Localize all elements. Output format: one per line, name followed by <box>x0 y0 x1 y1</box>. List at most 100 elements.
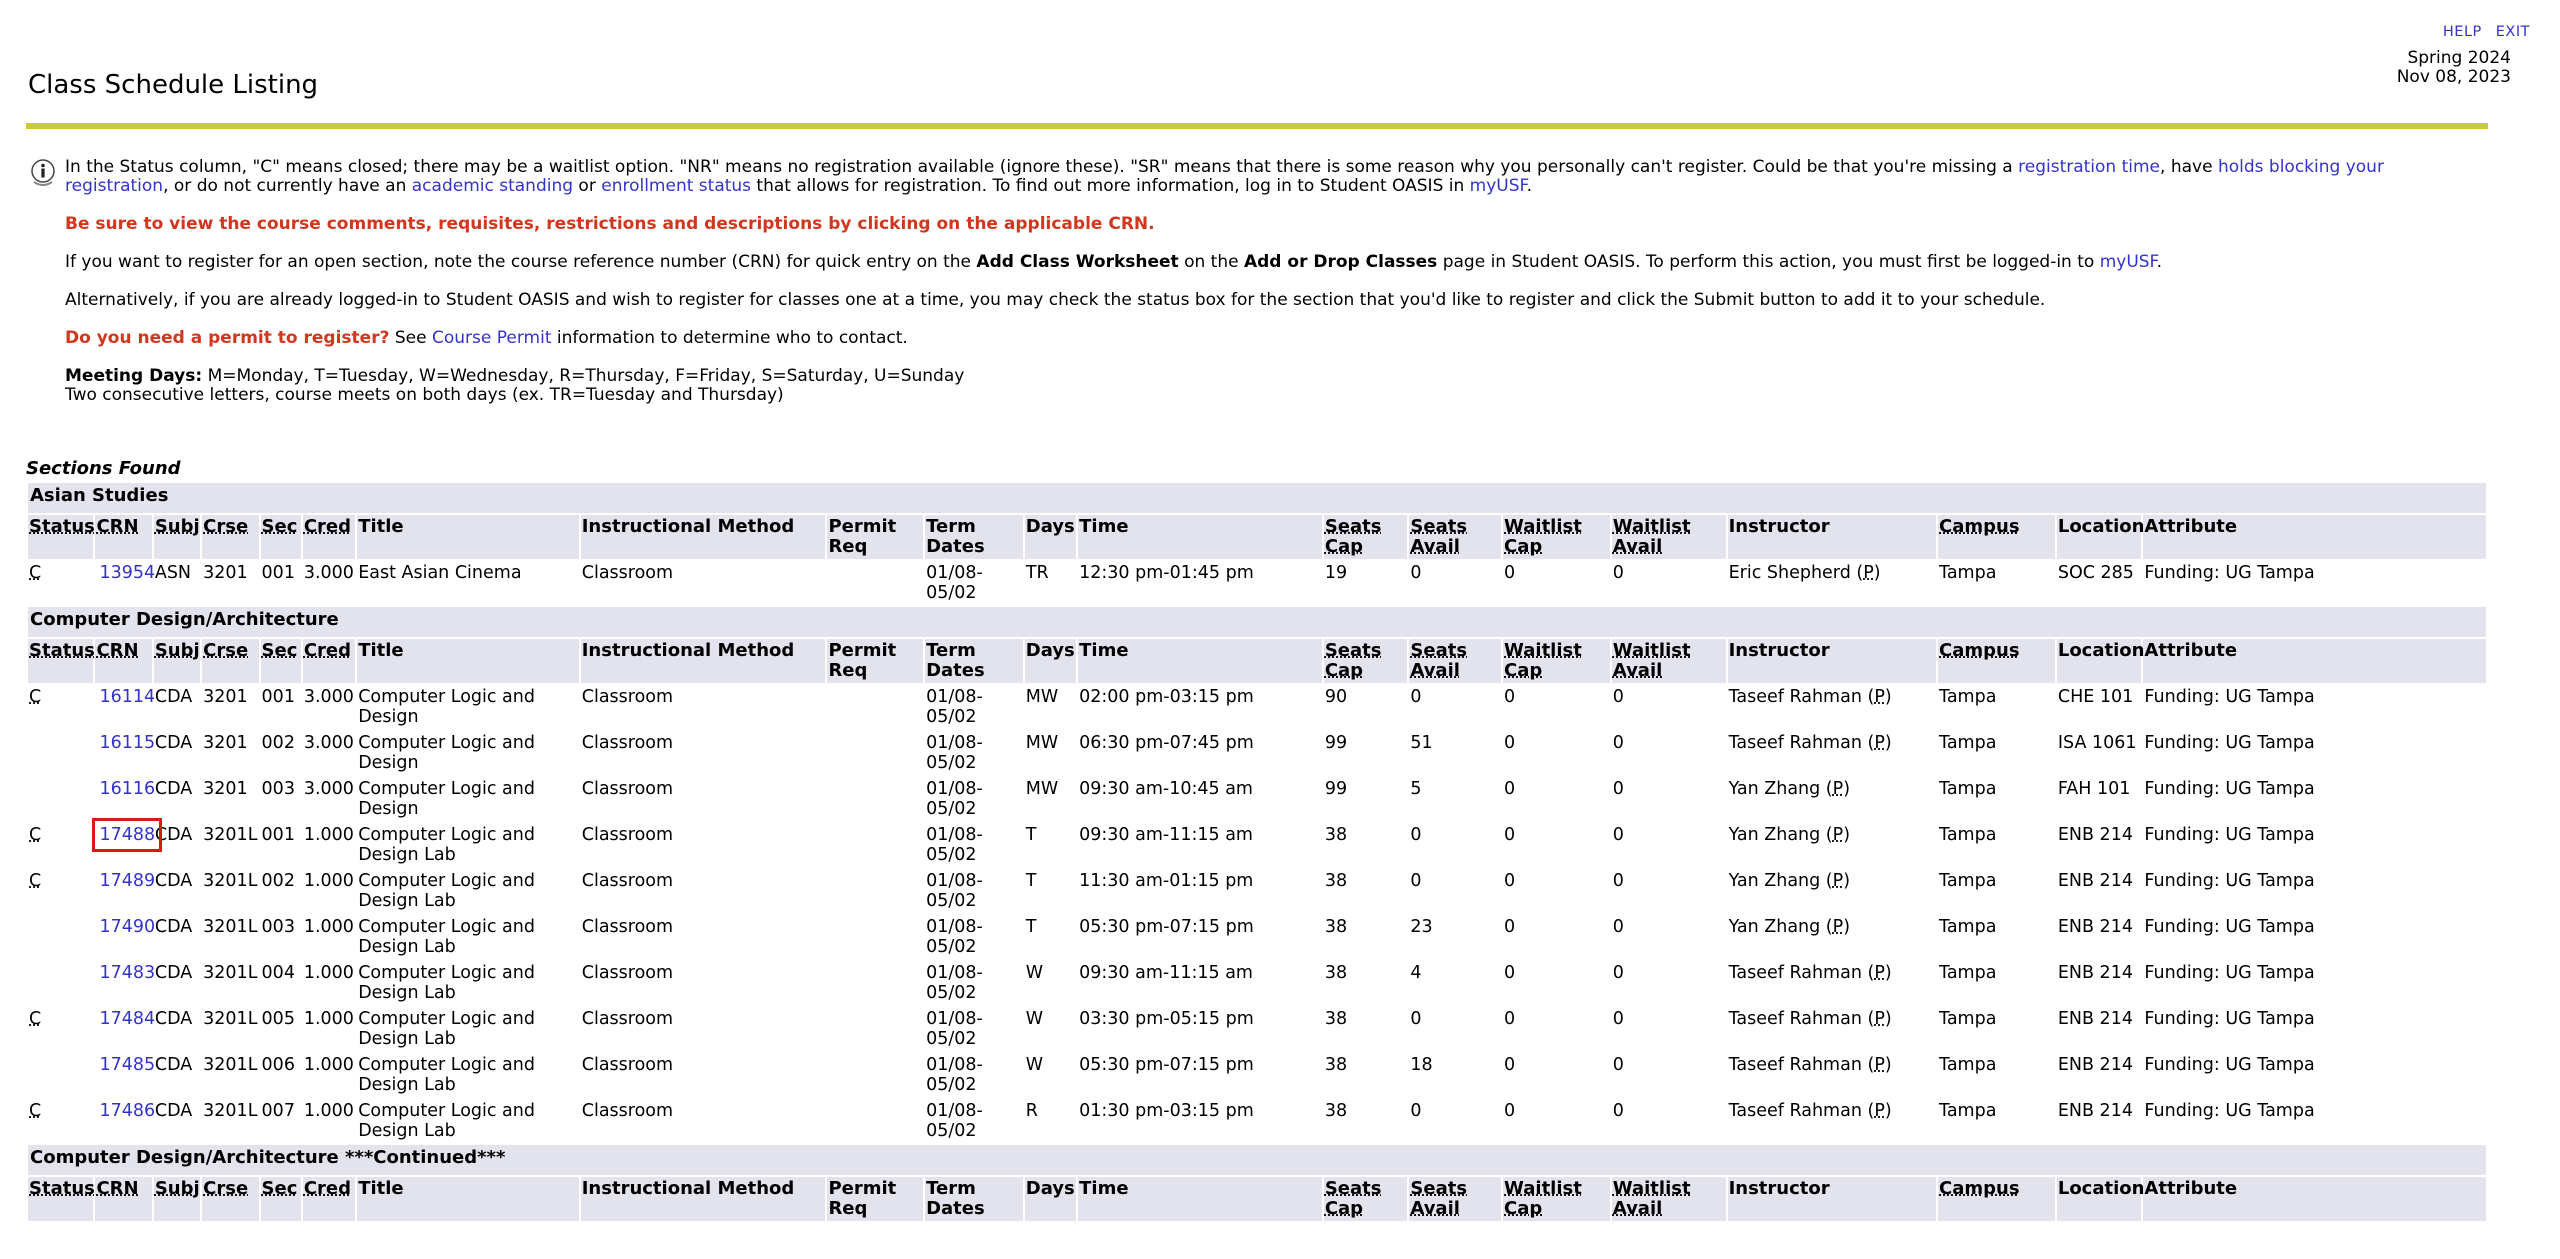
title-cell: Computer Logic and Design Lab <box>358 1009 535 1049</box>
exit-link[interactable]: EXIT <box>2496 24 2530 40</box>
paren-close: ) <box>1873 563 1881 583</box>
academic-standing-link[interactable]: academic standing <box>412 176 573 196</box>
instructor-cell: Taseef Rahman (P) <box>1728 731 1936 775</box>
table-row: 16115 CDA 3201 002 3.000 Computer Logic and D… <box>28 731 2486 775</box>
primary-instructor-marker: P <box>1874 687 1885 707</box>
title-cell: Computer Logic and Design Lab <box>358 1101 535 1141</box>
column-header: Sec <box>260 1177 301 1221</box>
status-closed[interactable]: C <box>29 563 41 583</box>
location-cell: SOC 285 <box>2057 563 2134 583</box>
crn-link[interactable]: 13954 <box>99 563 155 583</box>
meeting-days-legend: Meeting Days: M=Monday, T=Tuesday, W=Wed… <box>65 366 965 386</box>
subject-cell: ASN <box>154 563 192 583</box>
table-row: C 13954 ASN 3201 001 3.000 East Asian Cinema Cl… <box>28 561 2486 605</box>
method-cell: Classroom <box>581 871 674 891</box>
crn-link[interactable]: 17490 <box>99 917 155 937</box>
paren-close: ) <box>1884 1101 1892 1121</box>
help-link[interactable]: HELP <box>2443 24 2482 40</box>
time-cell: 02:00 pm-03:15 pm <box>1079 687 1254 707</box>
course-permit-link[interactable]: Course Permit <box>432 328 552 348</box>
status-closed[interactable]: C <box>29 871 41 891</box>
waitlist-avail-cell: 0 <box>1612 917 1624 937</box>
status-closed[interactable]: C <box>29 825 41 845</box>
column-header-label: Seats Cap <box>1324 1178 1382 1219</box>
crn-link[interactable]: 17485 <box>99 1055 155 1075</box>
enrollment-status-link[interactable]: enrollment status <box>601 176 751 196</box>
waitlist-cap-cell: 0 <box>1504 825 1516 845</box>
waitlist-avail-cell: 0 <box>1612 871 1624 891</box>
column-header: Location <box>2056 515 2144 559</box>
attribute-cell: Funding: UG Tampa <box>2144 1009 2315 1029</box>
myusf-link[interactable]: myUSF <box>1470 176 1527 196</box>
instructor-name: Taseef Rahman ( <box>1728 963 1875 983</box>
status-closed[interactable]: C <box>29 1101 41 1121</box>
column-header: Waitlist Cap <box>1503 515 1610 559</box>
column-header: Permit Req <box>827 639 924 683</box>
crn-link[interactable]: 17488 <box>92 818 163 852</box>
column-header-row: Status CRN Subj Crse Sec Cred Title Instruction… <box>28 639 2486 683</box>
crn-link[interactable]: 17489 <box>99 871 155 891</box>
method-cell: Classroom <box>581 963 674 983</box>
location-cell: ISA 1061 <box>2057 733 2137 753</box>
term-dates-cell: 01/08-05/02 <box>926 687 983 727</box>
status-closed[interactable]: C <box>29 687 41 707</box>
info-icon <box>31 159 55 186</box>
course-cell: 3201L <box>203 1101 258 1121</box>
group-title: Computer Design/Architecture <box>28 607 2486 637</box>
campus-cell: Tampa <box>1939 871 1997 891</box>
column-header-label: Instructional Method <box>581 640 795 661</box>
method-cell: Classroom <box>581 1101 674 1121</box>
column-header: Seats Avail <box>1409 1177 1502 1221</box>
table-row: C 17489 CDA 3201L 002 1.000 Computer Logic and… <box>28 869 2486 913</box>
instructor-name: Yan Zhang ( <box>1728 917 1833 937</box>
subject-cell: CDA <box>154 917 193 937</box>
seats-avail-cell: 0 <box>1410 825 1422 845</box>
permit-cell <box>827 561 923 605</box>
crn-link[interactable]: 17484 <box>99 1009 155 1029</box>
crn-link[interactable]: 17483 <box>99 963 155 983</box>
credit-cell: 3.000 <box>303 733 354 753</box>
column-header: Seats Cap <box>1323 639 1408 683</box>
primary-instructor-marker: P <box>1832 917 1844 937</box>
seats-avail-cell: 0 <box>1410 1101 1422 1121</box>
section-cell: 001 <box>261 563 295 583</box>
page-title: Class Schedule Listing <box>28 70 319 100</box>
campus-cell: Tampa <box>1939 917 1997 937</box>
location-cell: ENB 214 <box>2057 917 2133 937</box>
title-cell: East Asian Cinema <box>358 563 522 583</box>
seats-cap-cell: 38 <box>1324 1101 1348 1121</box>
days-cell: TR <box>1025 563 1049 583</box>
crn-link[interactable]: 16116 <box>99 779 155 799</box>
column-header: Crse <box>202 1177 259 1221</box>
column-header-label: Status <box>29 1178 95 1199</box>
status-closed[interactable]: C <box>29 1009 41 1029</box>
section-cell: 005 <box>261 1009 295 1029</box>
column-header-label: Status <box>29 640 95 661</box>
column-header: Time <box>1078 515 1322 559</box>
paren-close: ) <box>1843 825 1851 845</box>
location-cell: ENB 214 <box>2057 1101 2133 1121</box>
location-cell: ENB 214 <box>2057 825 2133 845</box>
crn-cell: 17490 <box>95 915 155 959</box>
registration-time-link[interactable]: registration time <box>2018 157 2160 177</box>
crn-link[interactable]: 17486 <box>99 1101 155 1121</box>
column-header: Campus <box>1938 515 2055 559</box>
column-header: Instructor <box>1727 515 1937 559</box>
primary-instructor-marker: P <box>1874 1009 1885 1029</box>
subject-cell: CDA <box>154 1055 193 1075</box>
column-header: Days <box>1024 515 1077 559</box>
status-cell <box>28 915 93 959</box>
column-header: Status <box>28 1177 95 1221</box>
table-row: C 17484 CDA 3201L 005 1.000 Computer Logic and… <box>28 1007 2486 1051</box>
group-title: Computer Design/Architecture ***Continue… <box>28 1145 2486 1175</box>
myusf-link-2[interactable]: myUSF <box>2100 252 2157 272</box>
column-header-label: Days <box>1025 516 1075 537</box>
column-header: Waitlist Cap <box>1503 639 1610 683</box>
crn-link[interactable]: 16114 <box>99 687 155 707</box>
attribute-cell: Funding: UG Tampa <box>2144 871 2315 891</box>
instructor-name: Taseef Rahman ( <box>1728 733 1875 753</box>
column-header: Term Dates <box>925 639 1023 683</box>
location-cell: FAH 101 <box>2057 779 2131 799</box>
crn-link[interactable]: 16115 <box>99 733 155 753</box>
permit-cell <box>827 1053 923 1097</box>
